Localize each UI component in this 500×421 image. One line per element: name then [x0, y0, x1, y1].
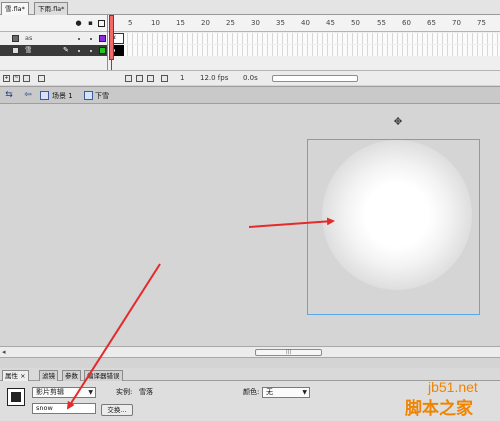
- eye-icon[interactable]: ●: [75, 20, 82, 27]
- frame-number: 45: [326, 19, 335, 27]
- stage-horizontal-scrollbar[interactable]: ◂ |||: [0, 346, 500, 358]
- tab-properties-label: 属性: [5, 372, 18, 380]
- layer-icon: [12, 47, 19, 54]
- breadcrumb-scene[interactable]: 场景 1: [52, 90, 73, 102]
- playhead[interactable]: [109, 15, 114, 60]
- motion-guide-icon[interactable]: ~: [13, 75, 20, 82]
- timeline-panel: ● ▪ 5 10 15 20 25 30 35 40 45 50 55 60 6…: [0, 15, 500, 85]
- doc-tab-snow[interactable]: 雪.fla*: [1, 2, 29, 15]
- onion-outline-icon[interactable]: [147, 75, 154, 82]
- frame-number: 70: [452, 19, 461, 27]
- frame-number: 25: [226, 19, 235, 27]
- tab-filters[interactable]: 滤镜: [39, 370, 58, 381]
- back-arrow-icon[interactable]: ⇦: [22, 90, 34, 102]
- frame-cells[interactable]: [108, 45, 500, 56]
- doc-tab-rain[interactable]: 下雨.fla*: [34, 2, 69, 15]
- layer-name: 雪: [25, 46, 32, 54]
- registration-point-icon: [394, 117, 402, 125]
- frame-rate: 12.0 fps: [200, 74, 229, 82]
- frame-number: 50: [351, 19, 360, 27]
- scroll-thumb[interactable]: |||: [255, 349, 322, 356]
- timeline-scrollbar[interactable]: [272, 75, 358, 82]
- frame-number: 20: [201, 19, 210, 27]
- tab-parameters[interactable]: 参数: [62, 370, 81, 381]
- layer-row-as[interactable]: as α: [0, 33, 500, 44]
- tab-compiler-errors[interactable]: 编译器错误: [84, 370, 123, 381]
- watermark-site: jb51.net: [428, 379, 478, 395]
- stage-bounds: [307, 139, 480, 315]
- stage-toggle-icon[interactable]: ⇆: [3, 90, 15, 102]
- frame-number: 40: [301, 19, 310, 27]
- frame-number: 10: [151, 19, 160, 27]
- symbol-type-dropdown[interactable]: 影片剪辑 ▼: [32, 387, 96, 398]
- current-frame: 1: [180, 74, 185, 82]
- lock-icon[interactable]: ▪: [87, 20, 94, 27]
- elapsed-time: 0.0s: [243, 74, 258, 82]
- instance-value: 雪落: [139, 388, 153, 396]
- timeline-header: ● ▪ 5 10 15 20 25 30 35 40 45 50 55 60 6…: [0, 15, 500, 32]
- outline-icon[interactable]: [98, 20, 105, 27]
- chevron-down-icon: ▼: [88, 389, 93, 396]
- symbol-type-value: 影片剪辑: [36, 388, 64, 396]
- frame-number: 30: [251, 19, 260, 27]
- chevron-down-icon: ▼: [302, 389, 307, 396]
- visibility-dot[interactable]: [78, 50, 80, 52]
- layer-row-snow[interactable]: 雪 ✎: [0, 45, 500, 56]
- color-label: 颜色:: [243, 388, 260, 396]
- trash-icon[interactable]: [38, 75, 45, 82]
- tab-properties[interactable]: 属性 ×: [2, 370, 29, 381]
- movieclip-symbol-icon: [7, 388, 25, 406]
- visibility-dot[interactable]: [78, 38, 80, 40]
- frame-number: 15: [176, 19, 185, 27]
- movieclip-icon: [84, 91, 93, 100]
- snowflake-glow[interactable]: [322, 140, 472, 290]
- center-frame-icon[interactable]: [125, 75, 132, 82]
- layer-name: as: [25, 34, 33, 42]
- frame-number: 75: [477, 19, 486, 27]
- color-effect-value: 无: [266, 388, 273, 396]
- frame-number: 35: [276, 19, 285, 27]
- instance-label: 实例:: [116, 388, 133, 396]
- insert-layer-icon[interactable]: +: [3, 75, 10, 82]
- frame-number: 60: [402, 19, 411, 27]
- lock-dot[interactable]: [90, 38, 92, 40]
- swap-button[interactable]: 交换...: [101, 404, 133, 416]
- scene-icon: [40, 91, 49, 100]
- layer-color-box[interactable]: [99, 35, 106, 42]
- stage-work-area[interactable]: [0, 104, 500, 346]
- onion-skin-icon[interactable]: [136, 75, 143, 82]
- document-tab-bar: 雪.fla* 下雨.fla*: [0, 0, 500, 15]
- scroll-left-icon[interactable]: ◂: [2, 348, 6, 356]
- breadcrumb-symbol[interactable]: 下雪: [95, 90, 109, 102]
- layer-color-box[interactable]: [99, 47, 106, 54]
- timeline-footer: + ~ 1 12.0 fps 0.0s: [0, 70, 500, 85]
- edit-bar: ⇆ ⇦ 场景 1 下雪: [0, 86, 500, 104]
- edit-multiple-frames-icon[interactable]: [161, 75, 168, 82]
- instance-name-input[interactable]: snow: [32, 403, 96, 414]
- frame-cells[interactable]: [108, 33, 500, 44]
- layer-icon: [12, 35, 19, 42]
- frame-number: 65: [427, 19, 436, 27]
- lock-dot[interactable]: [90, 50, 92, 52]
- insert-folder-icon[interactable]: [23, 75, 30, 82]
- watermark-cn: 脚本之家: [405, 399, 473, 419]
- frame-number: 55: [377, 19, 386, 27]
- site-watermark: jb51.net 脚本之家: [395, 376, 500, 421]
- color-effect-dropdown[interactable]: 无 ▼: [262, 387, 310, 398]
- frame-number: 5: [128, 19, 133, 27]
- pencil-icon: ✎: [63, 46, 69, 54]
